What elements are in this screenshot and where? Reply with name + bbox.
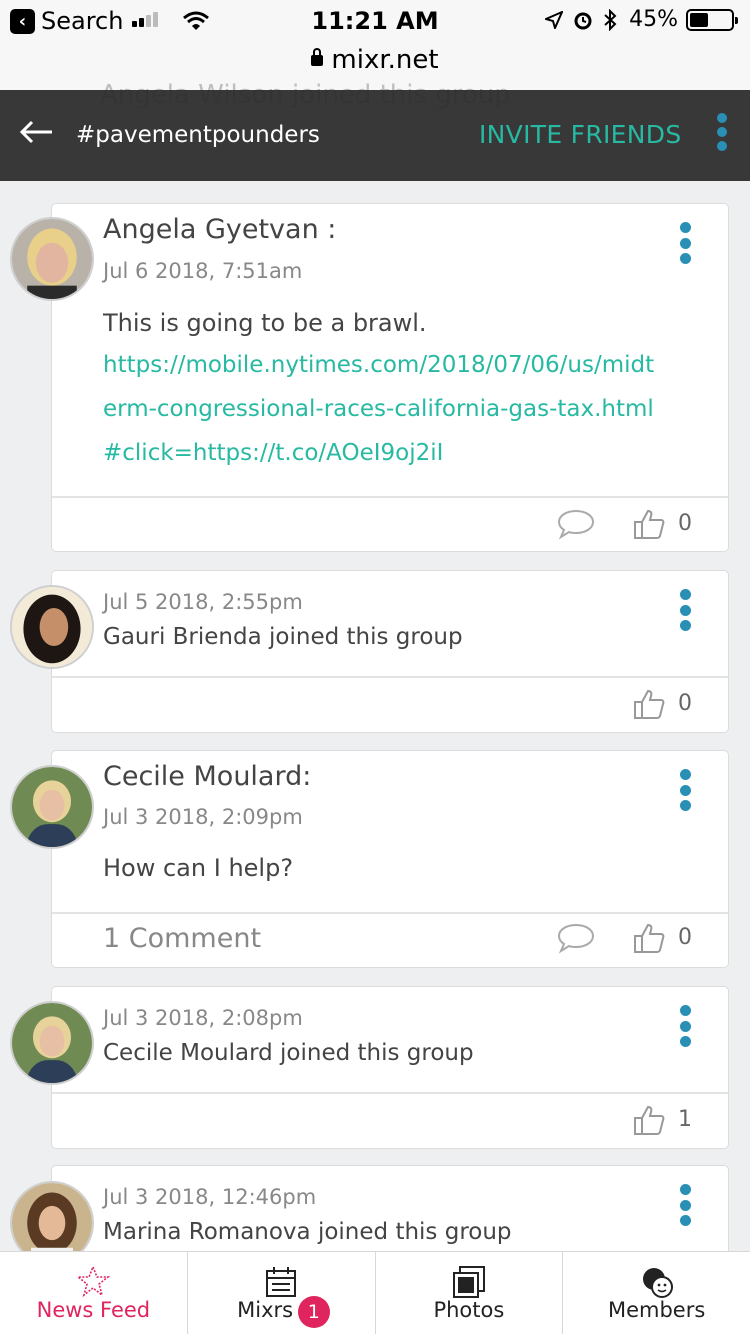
invite-friends-button[interactable]: INVITE FRIENDS: [479, 120, 682, 149]
card-divider: [52, 912, 728, 914]
feed-post: Angela Gyetvan : Jul 6 2018, 7:51am This…: [51, 203, 729, 552]
avatar[interactable]: [10, 585, 94, 669]
post-text: This is going to be a brawl.: [103, 309, 427, 337]
avatar-photo: [12, 767, 92, 847]
battery-percent: 45%: [629, 7, 678, 32]
activity-text: Marina Romanova joined this group: [103, 1219, 512, 1245]
alarm-icon: [574, 12, 592, 29]
like-count: 0: [678, 691, 692, 716]
activity-text: Cecile Moulard joined this group: [103, 1040, 474, 1066]
like-icon[interactable]: [632, 1103, 666, 1137]
tab-mixrs[interactable]: Mixrs 1: [188, 1252, 376, 1334]
comment-icon[interactable]: [556, 922, 596, 954]
battery-fill: [690, 12, 708, 27]
bluetooth-icon: [604, 8, 617, 31]
post-author[interactable]: Cecile Moulard:: [103, 761, 311, 792]
activity-menu-icon[interactable]: [680, 589, 692, 636]
post-link[interactable]: https://mobile.nytimes.com/2018/07/06/us…: [103, 343, 663, 475]
avatar[interactable]: [10, 765, 94, 849]
activity-date: Jul 3 2018, 2:08pm: [103, 1006, 303, 1030]
comment-icon[interactable]: [556, 508, 596, 540]
activity-date: Jul 3 2018, 12:46pm: [103, 1185, 317, 1209]
post-menu-icon[interactable]: [680, 769, 692, 816]
avatar[interactable]: [10, 1001, 94, 1085]
tab-label: Members: [607, 1298, 706, 1322]
notification-badge: 1: [297, 1296, 330, 1328]
location-icon: [545, 10, 564, 29]
lock-icon: [311, 48, 324, 66]
battery-icon: [686, 8, 738, 31]
bottom-tab-bar: News Feed Mixrs 1 Photos Members: [0, 1251, 750, 1334]
feed-post: Cecile Moulard: Jul 3 2018, 2:09pm How c…: [51, 750, 729, 968]
post-date: Jul 6 2018, 7:51am: [103, 259, 303, 283]
tab-photos[interactable]: Photos: [376, 1252, 564, 1334]
activity-menu-icon[interactable]: [680, 1005, 692, 1052]
tab-label: Photos: [433, 1298, 505, 1322]
like-count: 0: [678, 925, 692, 950]
status-bar: ‹ Search 11:21 AM 45%: [0, 0, 750, 40]
post-menu-icon[interactable]: [680, 222, 692, 269]
calendar-icon: [266, 1267, 297, 1297]
back-arrow-icon[interactable]: [16, 112, 56, 152]
group-title: #pavementpounders: [76, 122, 320, 148]
members-icon: [642, 1268, 673, 1298]
avatar-photo: [12, 1003, 92, 1083]
group-header: #pavementpounders INVITE FRIENDS: [0, 90, 750, 181]
feed-activity: Jul 5 2018, 2:55pm Gauri Brienda joined …: [51, 570, 729, 733]
like-icon[interactable]: [632, 921, 666, 955]
avatar-photo: [12, 219, 92, 299]
like-icon[interactable]: [632, 687, 666, 721]
like-icon[interactable]: [632, 507, 666, 541]
photos-icon: [452, 1266, 485, 1298]
like-count: 0: [678, 511, 692, 536]
more-vertical-icon[interactable]: [716, 112, 728, 152]
activity-date: Jul 5 2018, 2:55pm: [103, 590, 303, 614]
avatar[interactable]: [10, 217, 94, 301]
tab-members[interactable]: Members: [563, 1252, 750, 1334]
comment-count-link[interactable]: 1 Comment: [103, 923, 261, 954]
url-text: mixr.net: [331, 45, 439, 75]
card-divider: [52, 676, 728, 678]
feed-activity: Jul 3 2018, 2:08pm Cecile Moulard joined…: [51, 986, 729, 1149]
status-right: 45%: [545, 7, 738, 32]
tab-label: Mixrs: [237, 1298, 294, 1322]
like-count: 1: [678, 1107, 692, 1132]
post-text: How can I help?: [103, 854, 294, 882]
star-icon: [76, 1264, 111, 1298]
card-divider: [52, 1092, 728, 1094]
card-divider: [52, 496, 728, 498]
avatar-photo: [12, 587, 92, 667]
activity-menu-icon[interactable]: [680, 1184, 692, 1231]
post-date: Jul 3 2018, 2:09pm: [103, 805, 303, 829]
activity-text: Gauri Brienda joined this group: [103, 624, 463, 650]
post-author[interactable]: Angela Gyetvan :: [103, 214, 336, 245]
